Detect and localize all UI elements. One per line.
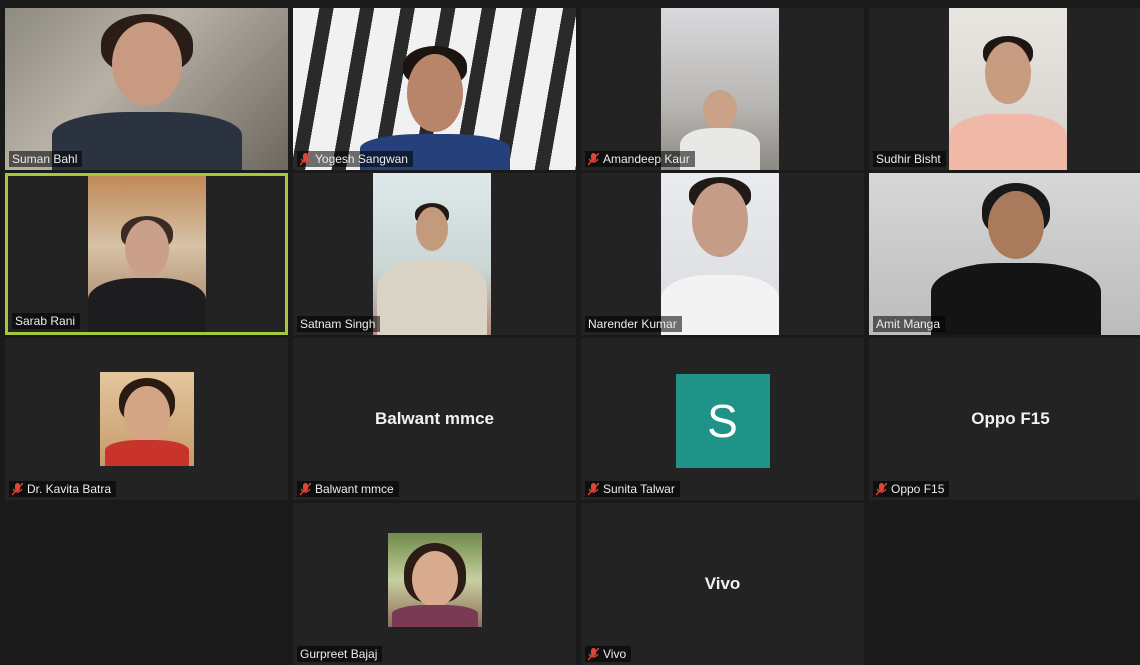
participant-name-label: Narender Kumar	[585, 316, 682, 332]
participant-name: Amandeep Kaur	[603, 152, 690, 166]
participant-tile[interactable]: Suman Bahl	[5, 8, 288, 170]
participant-tile[interactable]: Satnam Singh	[293, 173, 576, 335]
participant-name: Gurpreet Bajaj	[300, 647, 378, 661]
participant-name: Yogesh Sangwan	[315, 152, 408, 166]
participant-tile[interactable]: Yogesh Sangwan	[293, 8, 576, 170]
participant-name-label: Sunita Talwar	[585, 481, 680, 497]
participant-name-label: Sarab Rani	[12, 313, 81, 329]
participant-name: Sarab Rani	[15, 314, 76, 328]
participant-video	[5, 8, 288, 170]
mic-off-icon	[299, 482, 312, 496]
participant-name: Amit Manga	[876, 317, 941, 331]
participant-name-label: Suman Bahl	[9, 151, 83, 167]
participant-tile[interactable]: Amandeep Kaur	[581, 8, 864, 170]
participant-name: Suman Bahl	[12, 152, 78, 166]
participant-name-label: Balwant mmce	[297, 481, 399, 497]
participant-video	[661, 173, 779, 335]
participant-name-label: Sudhir Bisht	[873, 151, 946, 167]
mic-off-icon	[875, 482, 888, 496]
participant-tile[interactable]: Gurpreet Bajaj	[293, 503, 576, 665]
participant-video	[949, 8, 1067, 170]
participant-tile[interactable]: Narender Kumar	[581, 173, 864, 335]
participant-video	[661, 8, 779, 170]
mic-off-icon	[299, 152, 312, 166]
participant-display-name: Vivo	[704, 574, 741, 593]
profile-photo	[99, 372, 194, 466]
participant-video	[373, 173, 491, 335]
mic-off-icon	[587, 482, 600, 496]
participant-name-label: Satnam Singh	[297, 316, 381, 332]
participant-name-label: Amit Manga	[873, 316, 946, 332]
mic-off-icon	[587, 647, 600, 661]
mic-off-icon	[587, 152, 600, 166]
participant-tile[interactable]: Sudhir Bisht	[869, 8, 1140, 170]
participant-tile[interactable]: Dr. Kavita Batra	[5, 338, 288, 500]
participant-tile[interactable]: Amit Manga	[869, 173, 1140, 335]
participant-name: Vivo	[603, 647, 627, 661]
participant-name: Narender Kumar	[588, 317, 677, 331]
participant-video	[869, 173, 1140, 335]
participant-name: Sunita Talwar	[603, 482, 675, 496]
participant-name: Oppo F15	[891, 482, 945, 496]
avatar: S	[675, 374, 770, 468]
participant-name: Sudhir Bisht	[876, 152, 941, 166]
participant-video	[293, 8, 576, 170]
participant-name-label: Dr. Kavita Batra	[9, 481, 117, 497]
participant-name: Balwant mmce	[315, 482, 394, 496]
participant-name-label: Yogesh Sangwan	[297, 151, 413, 167]
participant-video	[88, 176, 206, 332]
participant-tile[interactable]: S Sunita Talwar	[581, 338, 864, 500]
profile-photo	[387, 533, 482, 627]
participant-name: Satnam Singh	[300, 317, 376, 331]
participant-tile[interactable]: Balwant mmce Balwant mmce	[293, 338, 576, 500]
video-grid: Suman Bahl Yogesh Sangwan Amandeep Kaur	[5, 8, 1140, 665]
participant-display-name: Oppo F15	[971, 409, 1050, 428]
mic-off-icon	[11, 482, 24, 496]
participant-display-name: Balwant mmce	[374, 409, 495, 428]
participant-name: Dr. Kavita Batra	[27, 482, 112, 496]
participant-tile[interactable]: Vivo Vivo	[581, 503, 864, 665]
participant-tile-active-speaker[interactable]: Sarab Rani	[5, 173, 288, 335]
participant-name-label: Oppo F15	[873, 481, 950, 497]
participant-name-label: Amandeep Kaur	[585, 151, 695, 167]
participant-tile[interactable]: Oppo F15 Oppo F15	[869, 338, 1140, 500]
